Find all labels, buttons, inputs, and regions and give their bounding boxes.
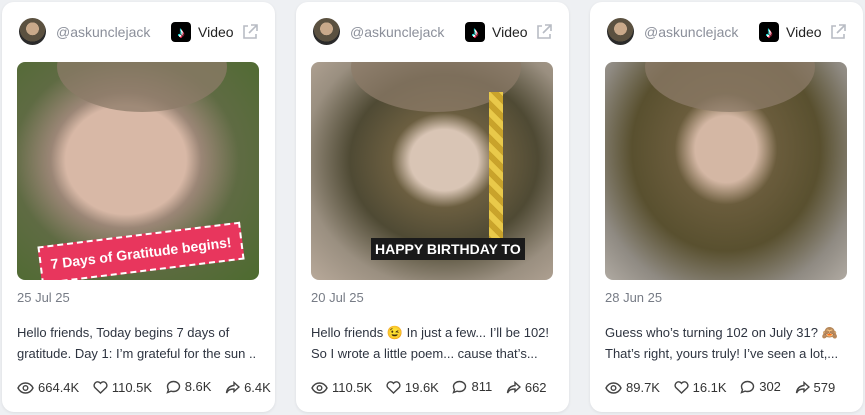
comments-stat: 8.6K xyxy=(166,379,212,394)
engagement-stats: 89.7K 16.1K 302 579 xyxy=(605,379,845,397)
post-card[interactable]: @askunclejack ♪ Video 28 Jun 25 Guess wh… xyxy=(590,2,863,412)
post-description: Hello friends, Today begins 7 days of gr… xyxy=(17,322,257,364)
tiktok-icon: ♪ xyxy=(171,22,191,42)
views-stat: 110.5K xyxy=(311,380,372,395)
post-type-label: Video xyxy=(786,24,822,40)
description-line: Hello friends 😉 In just a few... I’ll be… xyxy=(311,325,550,340)
account-handle[interactable]: @askunclejack xyxy=(350,24,444,40)
views-count: 110.5K xyxy=(332,380,373,395)
external-link-icon[interactable] xyxy=(241,23,259,41)
heart-icon xyxy=(674,380,689,394)
share-icon xyxy=(506,380,521,393)
comment-icon xyxy=(740,380,755,394)
avatar[interactable] xyxy=(607,18,634,45)
comments-count: 811 xyxy=(471,379,493,394)
engagement-stats: 110.5K 19.6K 811 662 xyxy=(311,379,557,397)
comment-icon xyxy=(452,380,467,394)
post-date: 28 Jun 25 xyxy=(605,290,663,305)
description-line: Guess who’s turning 102 on July 31? 🙈 xyxy=(605,325,838,340)
heart-icon xyxy=(93,380,108,394)
post-date: 25 Jul 25 xyxy=(17,290,70,305)
likes-count: 16.1K xyxy=(692,379,727,395)
account-handle[interactable]: @askunclejack xyxy=(644,24,738,40)
shares-stat: 579 xyxy=(795,379,836,395)
video-thumbnail[interactable]: HAPPY BIRTHDAY TO xyxy=(311,62,553,280)
avatar[interactable] xyxy=(313,18,340,45)
description-line: Hello friends, Today begins 7 days of xyxy=(17,325,230,340)
tiktok-icon: ♪ xyxy=(759,22,779,42)
post-card[interactable]: @askunclejack ♪ Video HAPPY BIRTHDAY TO … xyxy=(296,2,569,412)
likes-stat: 110.5K xyxy=(93,380,152,395)
tiktok-icon: ♪ xyxy=(465,22,485,42)
eye-icon xyxy=(605,381,622,394)
card-header: @askunclejack ♪ Video xyxy=(19,18,261,48)
external-link-icon[interactable] xyxy=(829,23,847,41)
shares-count: 6.4K xyxy=(244,379,271,395)
external-link-icon[interactable] xyxy=(535,23,553,41)
share-icon xyxy=(795,380,810,393)
views-stat: 664.4K xyxy=(17,380,79,395)
description-line: gratitude. Day 1: I’m grateful for the s… xyxy=(17,346,257,361)
post-type-label: Video xyxy=(198,24,234,40)
views-count: 89.7K xyxy=(626,380,660,395)
post-type-label: Video xyxy=(492,24,528,40)
likes-stat: 16.1K xyxy=(674,380,727,395)
description-line: That’s right, yours truly! I’ve seen a l… xyxy=(605,346,839,361)
card-header: @askunclejack ♪ Video xyxy=(607,18,849,48)
views-stat: 89.7K xyxy=(605,380,660,395)
post-description: Hello friends 😉 In just a few... I’ll be… xyxy=(311,322,551,364)
views-count: 664.4K xyxy=(38,380,80,395)
shares-count: 662 xyxy=(524,379,547,395)
card-header: @askunclejack ♪ Video xyxy=(313,18,555,48)
thumbnail-overlay-text: 7 Days of Gratitude begins! xyxy=(37,221,245,280)
post-card[interactable]: @askunclejack ♪ Video 7 Days of Gratitud… xyxy=(2,2,275,412)
eye-icon xyxy=(17,381,34,394)
comments-count: 302 xyxy=(759,379,781,394)
comments-count: 8.6K xyxy=(184,379,212,394)
share-icon xyxy=(225,380,241,393)
engagement-stats: 664.4K 110.5K 8.6K 6.4K xyxy=(17,379,281,397)
shares-count: 579 xyxy=(813,379,836,395)
video-thumbnail[interactable]: 7 Days of Gratitude begins! xyxy=(17,62,259,280)
heart-icon xyxy=(386,380,401,394)
likes-count: 19.6K xyxy=(404,379,439,395)
post-description: Guess who’s turning 102 on July 31? 🙈 Th… xyxy=(605,322,845,364)
comment-icon xyxy=(166,380,180,394)
avatar[interactable] xyxy=(19,18,46,45)
shares-stat: 662 xyxy=(506,380,547,395)
account-handle[interactable]: @askunclejack xyxy=(56,24,150,40)
shares-stat: 6.4K xyxy=(225,380,271,395)
likes-stat: 19.6K xyxy=(386,380,439,395)
comments-stat: 811 xyxy=(452,379,492,394)
thumbnail-overlay-text: HAPPY BIRTHDAY TO xyxy=(371,238,525,260)
likes-count: 110.5K xyxy=(111,379,153,395)
eye-icon xyxy=(311,381,328,394)
description-line: So I wrote a little poem... cause that’s… xyxy=(311,346,538,361)
post-date: 20 Jul 25 xyxy=(311,290,364,305)
video-thumbnail[interactable] xyxy=(605,62,847,280)
comments-stat: 302 xyxy=(740,379,781,394)
